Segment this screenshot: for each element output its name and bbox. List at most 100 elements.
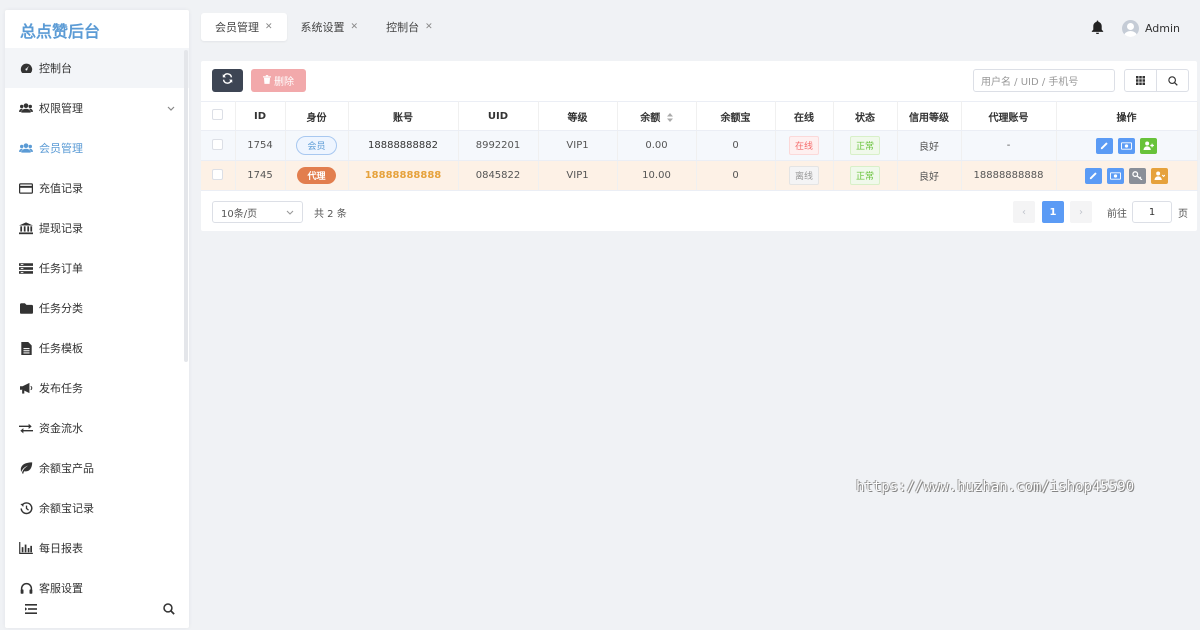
page-button-current[interactable]: 1 — [1042, 201, 1064, 223]
close-icon[interactable]: ✕ — [265, 22, 273, 32]
file-icon — [19, 341, 33, 355]
next-page-button[interactable]: › — [1070, 201, 1092, 223]
edit-button[interactable] — [1085, 167, 1102, 184]
members-table: ID 身份 账号 UID 等级 余额 余额宝 在线 状态 信用等级 代理账号 操… — [201, 101, 1198, 191]
sidebar-item-task-orders[interactable]: 任务订单 — [5, 248, 189, 288]
toolbar: 删除 用户名 / UID / 手机号 — [201, 61, 1197, 101]
role-badge: 会员 — [296, 136, 337, 155]
goto-label: 前往 — [1107, 209, 1127, 220]
sidebar-item-dashboard[interactable]: 控制台 — [5, 48, 189, 88]
agent-user-button[interactable] — [1151, 167, 1168, 184]
sidebar-item-publish-task[interactable]: 发布任务 — [5, 368, 189, 408]
money-button[interactable] — [1118, 137, 1135, 154]
sidebar-item-label: 充值记录 — [39, 182, 83, 195]
goto-page-input[interactable]: 1 — [1132, 201, 1172, 223]
cell-status: 正常 — [833, 160, 898, 191]
table-header: ID 身份 账号 UID 等级 余额 余额宝 在线 状态 信用等级 代理账号 操… — [201, 101, 1198, 131]
column-header: 状态 — [833, 101, 898, 131]
cell-balance: 0.00 — [617, 130, 697, 161]
tab-members[interactable]: 会员管理 ✕ — [201, 13, 287, 41]
tab-label: 系统设置 — [300, 21, 345, 34]
sort-icon[interactable] — [664, 112, 673, 124]
money-icon — [1110, 171, 1121, 180]
status-badge: 正常 — [849, 166, 880, 185]
delete-button[interactable]: 删除 — [251, 69, 306, 92]
sidebar-item-daily-report[interactable]: 每日报表 — [5, 528, 189, 568]
brand-title: 总点赞后台 — [20, 22, 101, 41]
chevron-down-icon — [286, 207, 294, 218]
column-header: ID — [235, 101, 286, 131]
edit-button[interactable] — [1096, 137, 1113, 154]
megaphone-icon — [19, 381, 33, 395]
cell-uid: 0845822 — [458, 160, 539, 191]
sidebar-menu: 控制台 权限管理 会员管理 充值记录 提现记录 任务订单 任务分类 任务模板 发… — [5, 48, 189, 608]
cell-yuebao: 0 — [696, 130, 776, 161]
sidebar-item-withdraw[interactable]: 提现记录 — [5, 208, 189, 248]
credit-card-icon — [19, 181, 33, 195]
cell-yuebao: 0 — [696, 160, 776, 191]
cell-id: 1754 — [235, 130, 286, 161]
sidebar-item-permissions[interactable]: 权限管理 — [5, 88, 189, 128]
sidebar-scrollbar[interactable] — [184, 50, 188, 362]
cell-credit: 良好 — [897, 130, 962, 161]
cell-credit: 良好 — [897, 160, 962, 191]
bell-icon[interactable] — [1091, 20, 1104, 37]
sidebar-item-yuebao-records[interactable]: 余额宝记录 — [5, 488, 189, 528]
cell-agent: 18888888888 — [961, 160, 1057, 191]
page-size-select[interactable]: 10条/页 — [212, 201, 303, 223]
sidebar-item-label: 权限管理 — [39, 102, 83, 115]
sidebar-item-members[interactable]: 会员管理 — [5, 128, 189, 168]
sidebar-item-task-categories[interactable]: 任务分类 — [5, 288, 189, 328]
search-icon[interactable] — [163, 602, 175, 618]
cell-balance: 10.00 — [617, 160, 697, 191]
column-header: 信用等级 — [897, 101, 962, 131]
header-right: Admin — [1091, 20, 1180, 37]
prev-page-button[interactable]: ‹ — [1013, 201, 1035, 223]
tab-settings[interactable]: 系统设置 ✕ — [287, 13, 373, 41]
sidebar-item-label: 任务模板 — [39, 342, 83, 355]
refresh-button[interactable] — [212, 69, 243, 92]
select-all-checkbox[interactable] — [201, 101, 236, 131]
user-menu[interactable]: Admin — [1121, 20, 1180, 37]
column-header-balance[interactable]: 余额 — [617, 101, 697, 131]
sidebar-item-label: 余额宝产品 — [39, 462, 94, 475]
watermark: https://www.huzhan.com/ishop45590 — [856, 479, 1135, 495]
sidebar-item-yuebao-products[interactable]: 余额宝产品 — [5, 448, 189, 488]
cell-actions — [1056, 160, 1198, 191]
close-icon[interactable]: ✕ — [425, 22, 433, 32]
sidebar-item-recharge[interactable]: 充值记录 — [5, 168, 189, 208]
money-icon — [1121, 141, 1132, 150]
sidebar-item-label: 任务分类 — [39, 302, 83, 315]
tab-dashboard[interactable]: 控制台 ✕ — [372, 13, 447, 41]
sidebar-item-label: 每日报表 — [39, 542, 83, 555]
key-button[interactable] — [1129, 167, 1146, 184]
collapse-menu-icon[interactable] — [25, 603, 37, 617]
add-user-icon — [1143, 141, 1154, 150]
cell-id: 1745 — [235, 160, 286, 191]
close-icon[interactable]: ✕ — [351, 22, 359, 32]
search-input[interactable]: 用户名 / UID / 手机号 — [973, 69, 1115, 92]
money-button[interactable] — [1107, 167, 1124, 184]
pencil-icon — [1089, 172, 1097, 180]
table-row[interactable]: 1754 会员 18888888882 8992201 VIP1 0.00 0 … — [201, 130, 1198, 161]
sidebar-item-label: 余额宝记录 — [39, 502, 94, 515]
dashboard-icon — [19, 61, 33, 75]
search-icon[interactable] — [1157, 70, 1188, 91]
row-checkbox[interactable] — [201, 160, 236, 191]
sidebar-item-fund-flow[interactable]: 资金流水 — [5, 408, 189, 448]
add-user-button[interactable] — [1140, 137, 1157, 154]
avatar — [1121, 20, 1139, 37]
column-header: 等级 — [538, 101, 618, 131]
sidebar-item-task-templates[interactable]: 任务模板 — [5, 328, 189, 368]
sidebar-item-label: 资金流水 — [39, 422, 83, 435]
users-icon — [19, 101, 33, 115]
table-row[interactable]: 1745 代理 18888888888 0845822 VIP1 10.00 0… — [201, 160, 1198, 191]
grid-icon[interactable] — [1125, 70, 1157, 91]
bank-icon — [19, 221, 33, 235]
column-header: 在线 — [775, 101, 834, 131]
page-size-value: 10条/页 — [221, 208, 258, 220]
cell-uid: 8992201 — [458, 130, 539, 161]
sidebar: 总点赞后台 控制台 权限管理 会员管理 充值记录 提现记录 任务订单 任务分类 … — [5, 10, 189, 628]
row-checkbox[interactable] — [201, 130, 236, 161]
trash-icon — [263, 74, 271, 87]
